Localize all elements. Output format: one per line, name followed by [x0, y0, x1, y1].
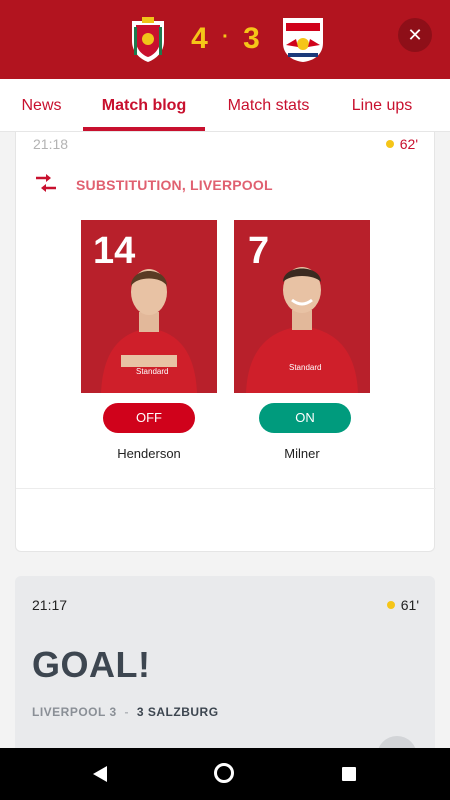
player-number: 7	[248, 230, 270, 272]
away-team: SALZBURG	[147, 705, 219, 719]
salzburg-crest-icon	[283, 18, 323, 62]
score-separator: ·	[222, 26, 230, 48]
substitution-title: SUBSTITUTION, LIVERPOOL	[76, 177, 273, 193]
tab-line-ups[interactable]: Line ups	[332, 79, 432, 132]
player-on-card: Standard 7	[234, 220, 370, 393]
liverpool-crest-icon	[132, 17, 164, 62]
event-minute-value: 61'	[400, 597, 419, 613]
event-minute: 62'	[385, 136, 418, 152]
live-dot-icon	[386, 601, 395, 609]
player-photo-henderson: Standard 14	[81, 220, 217, 393]
tab-news[interactable]: News	[0, 79, 83, 132]
match-header: 4 · 3 ✕	[0, 0, 450, 79]
svg-text:Standard: Standard	[289, 363, 321, 372]
player-number: 14	[93, 230, 136, 272]
player-on-name: Milner	[284, 446, 320, 461]
goal-score-line: LIVERPOOL 3 - 3 SALZBURG	[32, 705, 219, 719]
close-icon: ✕	[407, 24, 423, 45]
player-off-name: Henderson	[117, 446, 181, 461]
event-time: 21:18	[33, 136, 69, 152]
tab-bar: News Match blog Match stats Line ups	[0, 79, 450, 132]
event-minute: 61'	[386, 597, 419, 613]
home-score: 4	[191, 22, 209, 55]
away-team-score: 3	[136, 705, 145, 719]
active-tab-indicator	[83, 127, 205, 131]
home-icon[interactable]	[214, 763, 234, 783]
system-nav-bar	[0, 748, 450, 800]
home-team: LIVERPOOL	[32, 705, 106, 719]
badge-off: OFF	[103, 403, 195, 433]
close-button[interactable]: ✕	[398, 18, 432, 52]
tab-match-blog[interactable]: Match blog	[83, 79, 205, 132]
match-score: 4 · 3	[190, 22, 262, 56]
substitution-card: 21:18 62' SUBSTITUTION, LIVERPOOL Standa…	[15, 132, 436, 552]
svg-text:Standard: Standard	[136, 367, 168, 376]
away-score: 3	[243, 22, 261, 55]
player-off-card: Standard 14	[81, 220, 217, 393]
player-photo-milner: Standard 7	[234, 220, 370, 393]
score-separator: -	[124, 705, 129, 719]
goal-title: GOAL!	[32, 644, 151, 685]
badge-on: ON	[259, 403, 351, 433]
recent-apps-icon[interactable]	[342, 767, 356, 781]
live-dot-icon	[385, 140, 394, 148]
home-team-score: 3	[109, 705, 117, 719]
card-divider	[16, 488, 436, 489]
back-icon[interactable]	[92, 765, 108, 783]
substitution-arrows-icon	[36, 174, 56, 192]
event-time: 21:17	[32, 597, 68, 613]
tab-match-stats[interactable]: Match stats	[205, 79, 332, 132]
event-minute-value: 62'	[399, 136, 418, 152]
